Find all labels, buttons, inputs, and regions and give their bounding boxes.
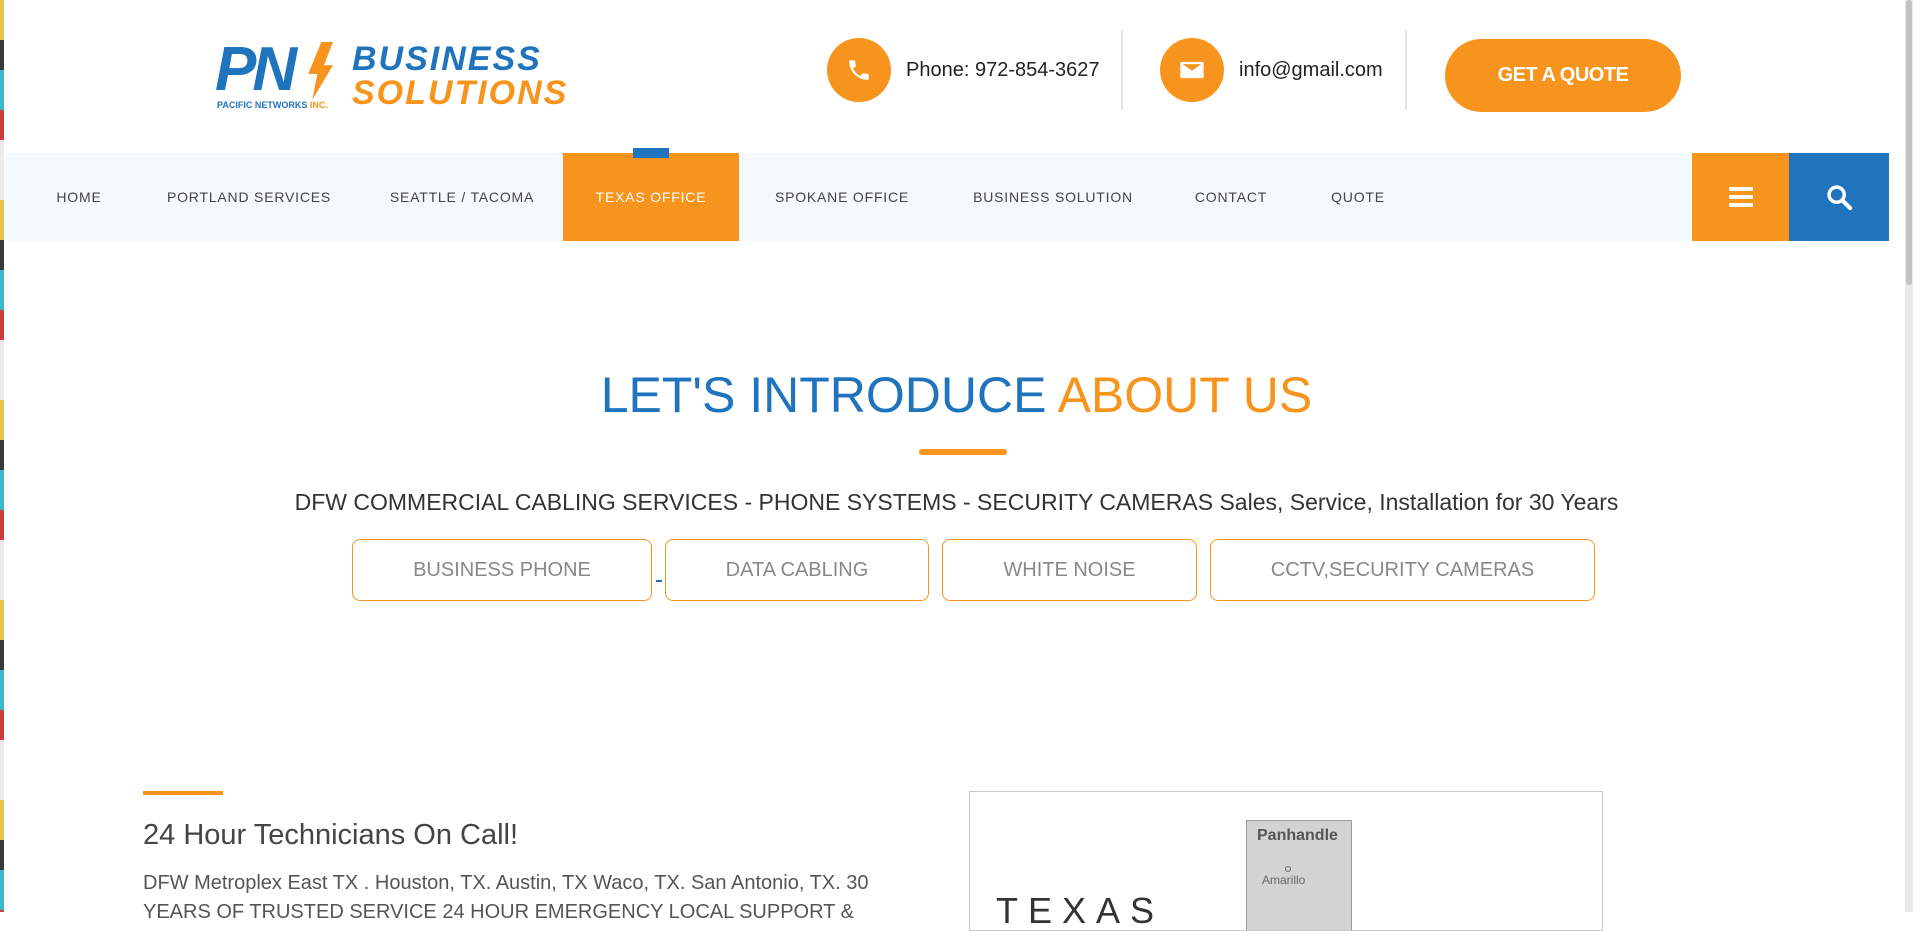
header-divider [1405,30,1407,110]
browser-left-edge [0,0,4,912]
logo-line-solutions: SOLUTIONS [352,74,569,112]
cctv-security-cameras-button[interactable]: CCTV,SECURITY CAMERAS [1210,539,1595,601]
nav-item-spokane-office[interactable]: SPOKANE OFFICE [767,153,917,241]
nav-item-contact[interactable]: CONTACT [1183,153,1279,241]
title-underline [919,449,1007,455]
nav-item-quote[interactable]: QUOTE [1320,153,1396,241]
logo-mark: PN [215,35,297,104]
site-logo[interactable]: PN PACIFIC NETWORKS INC. BUSINESS SOLUTI… [215,38,575,112]
city-marker-icon [1285,866,1291,872]
nav-item-texas-office[interactable]: TEXAS OFFICE [563,148,739,241]
nav-item-business-solution[interactable]: BUSINESS SOLUTION [960,153,1146,241]
header-email[interactable]: info@gmail.com [1160,38,1383,102]
menu-button[interactable] [1692,153,1789,241]
title-main: LET'S INTRODUCE [600,367,1058,423]
nav-item-seattle-tacoma[interactable]: SEATTLE / TACOMA [377,153,547,241]
main-navigation: HOME PORTLAND SERVICES SEATTLE / TACOMA … [5,148,1889,241]
nav-item-portland-services[interactable]: PORTLAND SERVICES [155,153,343,241]
nav-item-home[interactable]: HOME [38,153,120,241]
phone-icon [827,38,891,102]
email-address: info@gmail.com [1239,58,1383,81]
section-title: 24 Hour Technicians On Call! [143,819,519,851]
logo-line-business: BUSINESS [352,40,542,78]
link-separator [656,580,662,582]
bolt-icon [308,42,333,100]
white-noise-button[interactable]: WHITE NOISE [942,539,1197,601]
data-cabling-button[interactable]: DATA CABLING [665,539,929,601]
mail-icon [1160,38,1224,102]
section-accent-line [143,791,223,795]
page-title: LET'S INTRODUCE ABOUT US [0,365,1913,425]
vertical-scrollbar[interactable] [1905,0,1913,912]
title-accent: ABOUT US [1057,367,1313,423]
get-a-quote-button[interactable]: GET A QUOTE [1445,39,1681,112]
business-phone-button[interactable]: BUSINESS PHONE [352,539,652,601]
section-text: DFW Metroplex East TX . Houston, TX. Aus… [143,872,869,923]
phone-number: Phone: 972-854-3627 [906,58,1100,81]
search-icon [1827,185,1853,211]
scrollbar-thumb[interactable] [1906,0,1912,285]
hamburger-icon [1728,183,1753,211]
search-button[interactable] [1789,153,1889,241]
header-phone[interactable]: Phone: 972-854-3627 [827,38,1100,102]
header-divider [1121,30,1123,110]
map-state-label: TEXAS [996,890,1165,931]
map-region-label: Panhandle [1257,827,1338,844]
map-city-label: Amarillo [1262,873,1306,887]
logo-company: PACIFIC NETWORKS INC. [217,100,328,110]
hero-subtitle: DFW COMMERCIAL CABLING SERVICES - PHONE … [294,489,1619,515]
texas-map-image: Panhandle Amarillo TEXAS [969,791,1603,931]
logo-company-suffix: INC. [309,100,328,110]
logo-company-name: PACIFIC NETWORKS [217,100,308,110]
